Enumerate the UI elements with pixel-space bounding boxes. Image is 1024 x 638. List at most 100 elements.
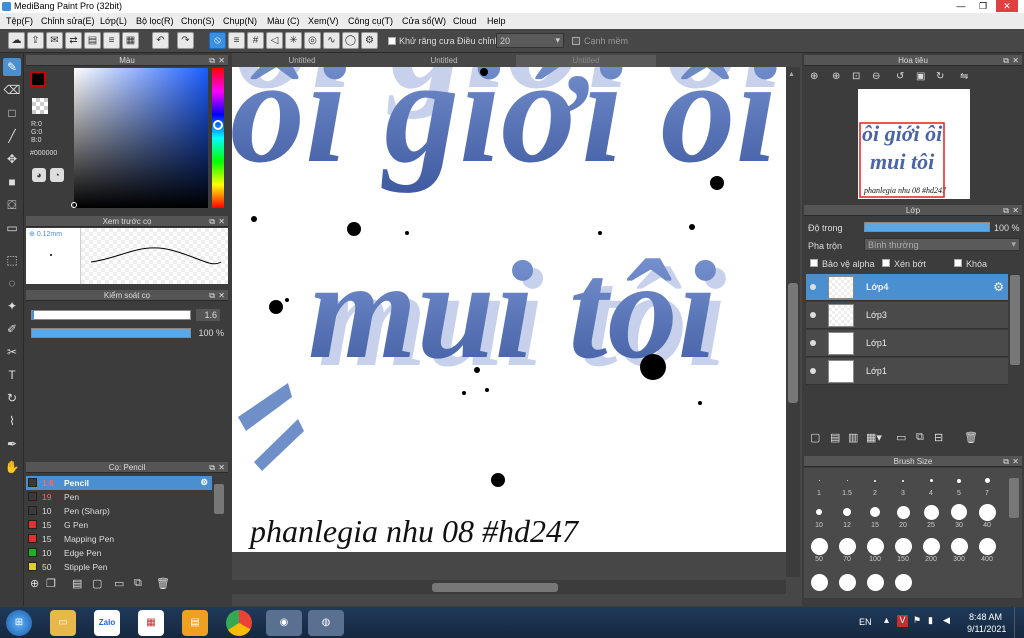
eyedropper-icon[interactable]: ✒: [3, 435, 21, 453]
operation-tool-icon[interactable]: ↻: [3, 389, 21, 407]
hue-handle[interactable]: [213, 120, 223, 130]
close-icon[interactable]: ✕: [1012, 205, 1019, 216]
taskbar-medibang-icon[interactable]: ◉: [266, 610, 302, 636]
close-icon[interactable]: ✕: [218, 462, 225, 473]
tray-flag-icon[interactable]: ⚑: [913, 615, 921, 626]
clock-time[interactable]: 8:48 AM: [969, 612, 1002, 622]
brush-size-4[interactable]: 4: [918, 472, 944, 497]
palette-icon[interactable]: ◕: [32, 168, 46, 182]
close-icon[interactable]: ✕: [218, 290, 225, 301]
primary-color-swatch[interactable]: [30, 71, 46, 87]
menu-cloud[interactable]: Cloud: [453, 16, 477, 26]
brush-size-25[interactable]: 25: [918, 504, 944, 529]
tab-untitled-2[interactable]: Untitled: [374, 55, 514, 67]
layer-row-lop3[interactable]: Lớp3: [806, 302, 1008, 329]
antialias-checkbox[interactable]: [388, 37, 396, 45]
brush-size-extra-1[interactable]: [806, 574, 832, 599]
brush-size-100[interactable]: 100: [862, 538, 888, 563]
select-pen-icon[interactable]: ✐: [3, 320, 21, 338]
menu-tools[interactable]: Công cụ(T): [348, 16, 393, 26]
shape-tool-icon[interactable]: □: [3, 104, 21, 122]
tray-network-icon[interactable]: ▮: [928, 615, 933, 626]
brush-size-extra-2[interactable]: [834, 574, 860, 599]
magic-wand-icon[interactable]: ✦: [3, 297, 21, 315]
add-brush-icon[interactable]: ⊕: [30, 577, 39, 590]
blend-mode-select[interactable]: Bình thường ▾: [864, 238, 1020, 251]
flip-icon[interactable]: ⇋: [960, 71, 968, 82]
drawing-canvas[interactable]: ôi giới ôi ôi giới ôi mui tôi mui tôi ph…: [232, 67, 786, 552]
upload-icon[interactable]: ⇪: [27, 32, 44, 49]
close-icon[interactable]: ✕: [1012, 55, 1019, 66]
move-tool-icon[interactable]: ✥: [3, 150, 21, 168]
soft-edge-checkbox[interactable]: [572, 37, 580, 45]
taskbar-office-icon[interactable]: ▦: [138, 610, 164, 636]
grid-icon[interactable]: ▦: [122, 32, 139, 49]
menu-capture[interactable]: Chụp(N): [223, 16, 257, 26]
brush-item-edge-pen[interactable]: 10 Edge Pen: [26, 546, 212, 560]
redo-icon[interactable]: ↷: [177, 32, 194, 49]
brush-tool-icon[interactable]: ✎: [3, 58, 21, 76]
close-icon[interactable]: ✕: [218, 55, 225, 66]
sv-cursor[interactable]: [71, 202, 77, 208]
cross-snap-icon[interactable]: #: [247, 32, 264, 49]
brush-size-5[interactable]: 5: [946, 472, 972, 497]
import-brush-icon[interactable]: ▤: [72, 577, 82, 590]
taskbar-zalo-icon[interactable]: Zalo: [94, 610, 120, 636]
brush-size-7[interactable]: 7: [974, 472, 1000, 497]
tray-volume-icon[interactable]: ◀: [943, 615, 950, 626]
reset-view-icon[interactable]: ▣: [916, 71, 925, 82]
list-icon[interactable]: ≡: [103, 32, 120, 49]
brush-list-scrollbar[interactable]: [214, 484, 224, 514]
vanishing-snap-icon[interactable]: ◁: [266, 32, 283, 49]
brush-size-scrollbar[interactable]: [1009, 478, 1019, 518]
maximize-button[interactable]: ❐: [972, 0, 994, 12]
fill-rect-tool-icon[interactable]: ■: [3, 173, 21, 191]
cloud-icon[interactable]: ☁: [8, 32, 25, 49]
brush-size-slider[interactable]: [31, 310, 191, 320]
brush-size-50[interactable]: 50: [806, 538, 832, 563]
show-desktop-button[interactable]: [1014, 607, 1024, 638]
gradient-tool-icon[interactable]: ▭: [3, 219, 21, 237]
ellipse-snap-icon[interactable]: ◯: [342, 32, 359, 49]
close-icon[interactable]: ✕: [1012, 456, 1019, 467]
delete-layer-icon[interactable]: 🗑: [964, 431, 978, 444]
clock-date[interactable]: 9/11/2021: [967, 624, 1006, 634]
adjust-select[interactable]: 20 ▾: [496, 33, 564, 48]
trash-icon[interactable]: 🗑: [156, 577, 170, 590]
tray-v-icon[interactable]: V: [897, 615, 908, 627]
lasso-tool-icon[interactable]: ◌: [3, 274, 21, 292]
merge-layer-icon[interactable]: ⊟: [934, 431, 943, 444]
tab-untitled-1[interactable]: Untitled: [232, 55, 372, 67]
vertical-scroll-thumb[interactable]: [788, 283, 798, 403]
duplicate-layer-icon[interactable]: ⧉: [916, 431, 924, 444]
canvas-horizontal-scrollbar[interactable]: [232, 580, 786, 594]
brush-size-40[interactable]: 40: [974, 504, 1000, 529]
rotate-right-icon[interactable]: ↻: [936, 71, 944, 82]
detach-icon[interactable]: ⧉: [1003, 205, 1009, 216]
taskbar-chrome-icon[interactable]: [226, 610, 252, 636]
detach-icon[interactable]: ⧉: [209, 216, 215, 227]
navigator-thumbnail[interactable]: ôi giới ôi mui tôi phanlegia nhu 08 #hd2…: [858, 89, 970, 199]
new-layer-3-icon[interactable]: ▥: [848, 431, 858, 444]
brush-item-g-pen[interactable]: 15 G Pen: [26, 518, 212, 532]
taskbar-chrome-canary-icon[interactable]: ◍: [308, 610, 344, 636]
brush-item-mapping-pen[interactable]: 15 Mapping Pen: [26, 532, 212, 546]
parallel-snap-icon[interactable]: ≡: [228, 32, 245, 49]
brush-item-pencil[interactable]: 1.6 Pencil ⚙: [26, 476, 212, 490]
new-layer-2-icon[interactable]: ▤: [830, 431, 840, 444]
taskbar-notes-icon[interactable]: ▤: [182, 610, 208, 636]
scroll-up-icon[interactable]: ▲: [788, 71, 798, 78]
menu-color[interactable]: Màu (C): [267, 16, 300, 26]
document-icon[interactable]: ▤: [84, 32, 101, 49]
comment-icon[interactable]: ✉: [46, 32, 63, 49]
brush-size-extra-3[interactable]: [862, 574, 888, 599]
add-layer-menu-icon[interactable]: ▦▾: [866, 431, 882, 444]
blur-tool-icon[interactable]: ⌇: [3, 412, 21, 430]
menu-view[interactable]: Xem(V): [308, 16, 339, 26]
hue-slider[interactable]: [212, 68, 224, 208]
zoom-out-icon[interactable]: ⊖: [872, 71, 880, 82]
menu-edit[interactable]: Chỉnh sửa(E): [41, 16, 95, 26]
brush-size-1[interactable]: 1: [806, 472, 832, 497]
duplicate-icon[interactable]: ⧉: [134, 577, 142, 590]
transparent-swatch[interactable]: [32, 98, 48, 114]
